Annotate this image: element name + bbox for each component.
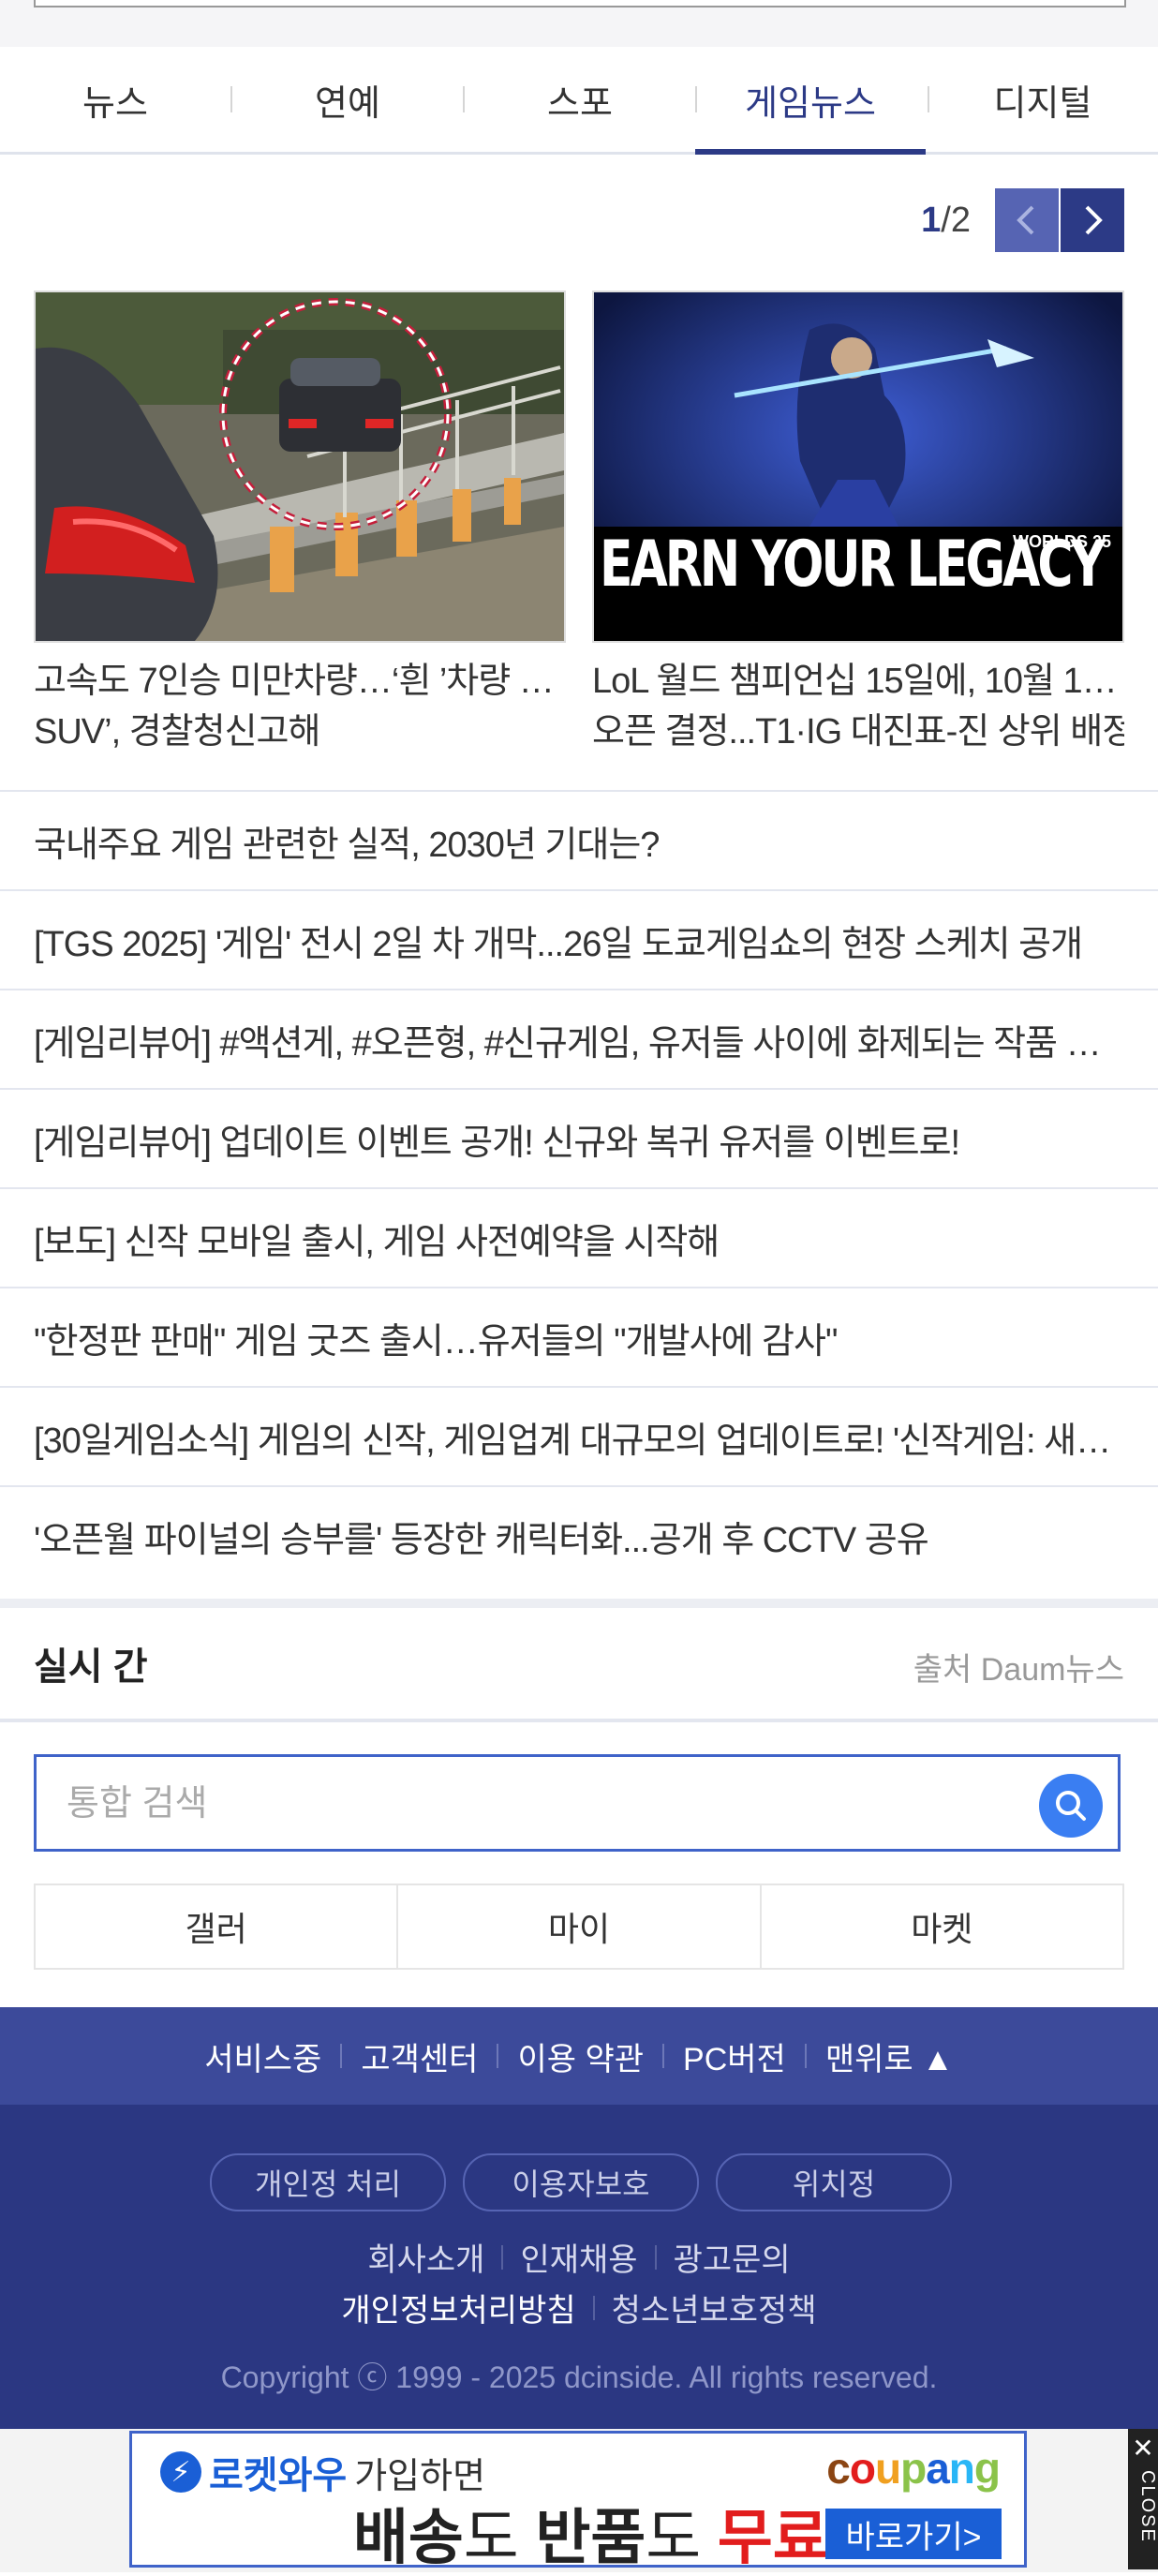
card-title: 고속도 7인승 미만차량…‘흰 ’차량 이… SUV’, 경찰청신고해 <box>34 662 566 752</box>
rocket-icon: ⚡ <box>160 2451 201 2493</box>
footer-nav: 서비스중 고객센터 이용 약관 PC버전 맨위로 ▲ <box>0 2007 1158 2105</box>
copyright: Copyright ⓒ 1999 - 2025 dcinside. All ri… <box>220 2360 938 2394</box>
my-button[interactable]: 마이 <box>396 1884 762 1970</box>
coupang-ad-banner[interactable]: ⚡ 로켓와우 가입하면 coupang 배송도 반품도 무료! 바로가기> <box>129 2431 1027 2571</box>
card-title: LoL 월드 챔피언십 15일에, 10월 14일 … 오픈 결정...T1·I… <box>592 662 1124 752</box>
chevron-left-icon <box>1017 205 1034 235</box>
card-thumbnail-road-photo <box>34 290 566 643</box>
chevron-right-icon <box>1085 205 1103 235</box>
tab-news[interactable]: 뉴스 <box>0 47 230 152</box>
market-button[interactable]: 마켓 <box>759 1884 1124 1970</box>
ad-headline: 배송도 반품도 무료! <box>353 2504 848 2571</box>
scroll-to-top-button[interactable]: 맨위로 ▲ <box>807 2033 972 2079</box>
realtime-title: 실시 간 <box>34 1646 148 1688</box>
footer-link-company[interactable]: 회사소개 <box>350 2234 501 2280</box>
tab-digital[interactable]: 디지털 <box>928 47 1158 152</box>
news-card[interactable]: 고속도 7인승 미만차량…‘흰 ’차량 이… SUV’, 경찰청신고해 <box>34 290 566 757</box>
news-item[interactable]: [게임리뷰어] #액션게, #오픈형, #신규게임, 유저들 사이에 화제되는 … <box>0 989 1158 1088</box>
site-footer: 개인정 처리 이용자보호 위치정 회사소개 인재채용 광고문의 개인정보처리방침… <box>0 2105 1158 2429</box>
footer-nav-pc-version[interactable]: PC버전 <box>664 2033 805 2079</box>
news-list: 국내주요 게임 관련한 실적, 2030년 기대는? [TGS 2025] '게… <box>0 790 1158 1585</box>
ad-cta-button[interactable]: 바로가기> <box>825 2509 1002 2559</box>
ad-close-button[interactable]: ✕ CLOSE <box>1128 2429 1158 2569</box>
tab-game-news[interactable]: 게임뉴스 <box>695 47 926 155</box>
footer-pill-location[interactable]: 위치정 <box>716 2153 952 2211</box>
tab-entertainment[interactable]: 연예 <box>232 47 463 152</box>
footer-link-careers[interactable]: 인재채용 <box>503 2234 654 2280</box>
news-item[interactable]: [TGS 2025] '게임' 전시 2일 차 개막...26일 도쿄게임쇼의 … <box>0 889 1158 989</box>
news-item[interactable]: [게임리뷰어] 업데이트 이벤트 공개! 신규와 복귀 유저를 이벤트로! <box>0 1088 1158 1187</box>
quick-buttons: 갤러 마이 마켓 <box>34 1884 1124 1970</box>
footer-nav-terms[interactable]: 이용 약관 <box>498 2033 662 2079</box>
gallery-button[interactable]: 갤러 <box>34 1884 399 1970</box>
search-input[interactable] <box>65 1774 1005 1834</box>
news-category-tabs: 뉴스 연예 스포 게임뉴스 디지털 <box>0 47 1158 155</box>
prev-page-button[interactable] <box>995 188 1059 252</box>
footer-link-privacy-policy[interactable]: 개인정보처리방침 <box>324 2285 592 2330</box>
news-item[interactable]: [보도] 신작 모바일 출시, 게임 사전예약을 시작해 <box>0 1187 1158 1287</box>
search-icon <box>1056 1791 1086 1821</box>
tab-sports[interactable]: 스포 <box>465 47 695 152</box>
footer-links-row: 개인정보처리방침 청소년보호정책 <box>0 2285 1158 2330</box>
news-item[interactable]: [30일게임소식] 게임의 신작, 게임업계 대규모의 업데이트로! '신작게임… <box>0 1386 1158 1485</box>
search-box <box>34 1754 1121 1852</box>
footer-pill-privacy[interactable]: 개인정 처리 <box>210 2153 446 2211</box>
footer-pills: 개인정 처리 이용자보호 위치정 <box>210 2153 969 2211</box>
footer-link-youth-policy[interactable]: 청소년보호정책 <box>595 2285 834 2330</box>
card-thumbnail-game-poster: EARN YOUR LEGACY WORLDS 25 <box>592 290 1124 643</box>
footer-links-row: 회사소개 인재채용 광고문의 <box>0 2234 1158 2280</box>
realtime-header: 실시 간 출처 Daum뉴스 <box>0 1608 1158 1722</box>
worlds-badge: WORLDS 25 <box>1012 532 1111 551</box>
bottom-ad-bar: ⚡ 로켓와우 가입하면 coupang 배송도 반품도 무료! 바로가기> <box>0 2429 1158 2572</box>
section-divider <box>0 1599 1158 1608</box>
next-page-button[interactable] <box>1061 188 1124 252</box>
close-label: CLOSE <box>1137 2470 1158 2543</box>
footer-nav-services[interactable]: 서비스중 <box>186 2033 340 2079</box>
news-item[interactable]: "한정판 판매" 게임 굿즈 출시…유저들의 "개발사에 감사" <box>0 1287 1158 1386</box>
close-icon: ✕ <box>1132 2434 1154 2463</box>
footer-link-ads[interactable]: 광고문의 <box>657 2234 808 2280</box>
pager-count: 1/2 <box>921 200 971 240</box>
news-card[interactable]: EARN YOUR LEGACY WORLDS 25 LoL 월드 챔피언십 1… <box>592 290 1124 757</box>
footer-pill-user-protection[interactable]: 이용자보호 <box>463 2153 699 2211</box>
coupang-logo: coupang <box>826 2444 1001 2493</box>
card-pager: 1/2 <box>921 187 1124 253</box>
top-search-strip <box>0 0 1158 47</box>
news-item[interactable]: '오픈월 파이널의 승부를' 등장한 캐릭터화...공개 후 CCTV 공유 <box>0 1485 1158 1585</box>
search-button[interactable] <box>1039 1774 1103 1838</box>
footer-nav-support[interactable]: 고객센터 <box>342 2033 497 2079</box>
top-search-box[interactable] <box>34 0 1126 7</box>
realtime-source[interactable]: 출처 Daum뉴스 <box>913 1644 1124 1690</box>
news-item[interactable]: 국내주요 게임 관련한 실적, 2030년 기대는? <box>0 790 1158 889</box>
